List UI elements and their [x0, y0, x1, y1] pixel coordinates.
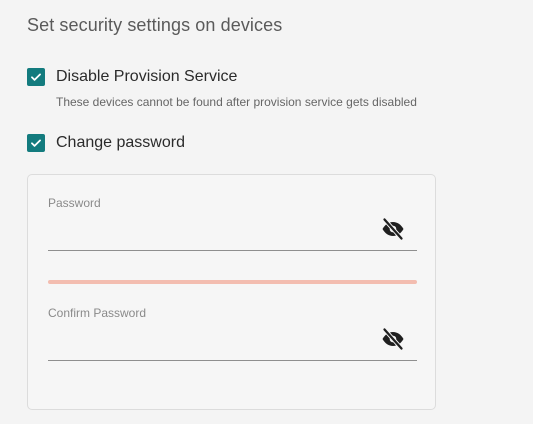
- confirm-password-input[interactable]: [48, 336, 368, 356]
- change-password-label[interactable]: Change password: [56, 134, 185, 152]
- disable-provision-label[interactable]: Disable Provision Service: [56, 68, 237, 86]
- confirm-password-field: Confirm Password: [48, 306, 417, 361]
- change-password-row[interactable]: Change password: [27, 134, 185, 152]
- password-strength-bar: [48, 280, 417, 284]
- confirm-password-visibility-toggle[interactable]: [379, 325, 407, 353]
- password-label: Password: [48, 196, 101, 210]
- check-icon: [31, 73, 41, 81]
- password-input[interactable]: [48, 226, 368, 246]
- check-icon: [31, 139, 41, 147]
- disable-provision-checkbox[interactable]: [27, 68, 45, 86]
- section-title: Set security settings on devices: [27, 15, 283, 35]
- disable-provision-hint: These devices cannot be found after prov…: [56, 95, 417, 109]
- eye-off-icon: [382, 327, 404, 351]
- password-input-wrap: [48, 210, 417, 251]
- password-field: Password: [48, 196, 417, 251]
- change-password-checkbox[interactable]: [27, 134, 45, 152]
- password-visibility-toggle[interactable]: [379, 215, 407, 243]
- disable-provision-row[interactable]: Disable Provision Service: [27, 68, 237, 86]
- confirm-password-input-wrap: [48, 320, 417, 361]
- confirm-password-label: Confirm Password: [48, 306, 147, 320]
- eye-off-icon: [382, 217, 404, 241]
- password-card: Password Confirm Password: [27, 174, 436, 410]
